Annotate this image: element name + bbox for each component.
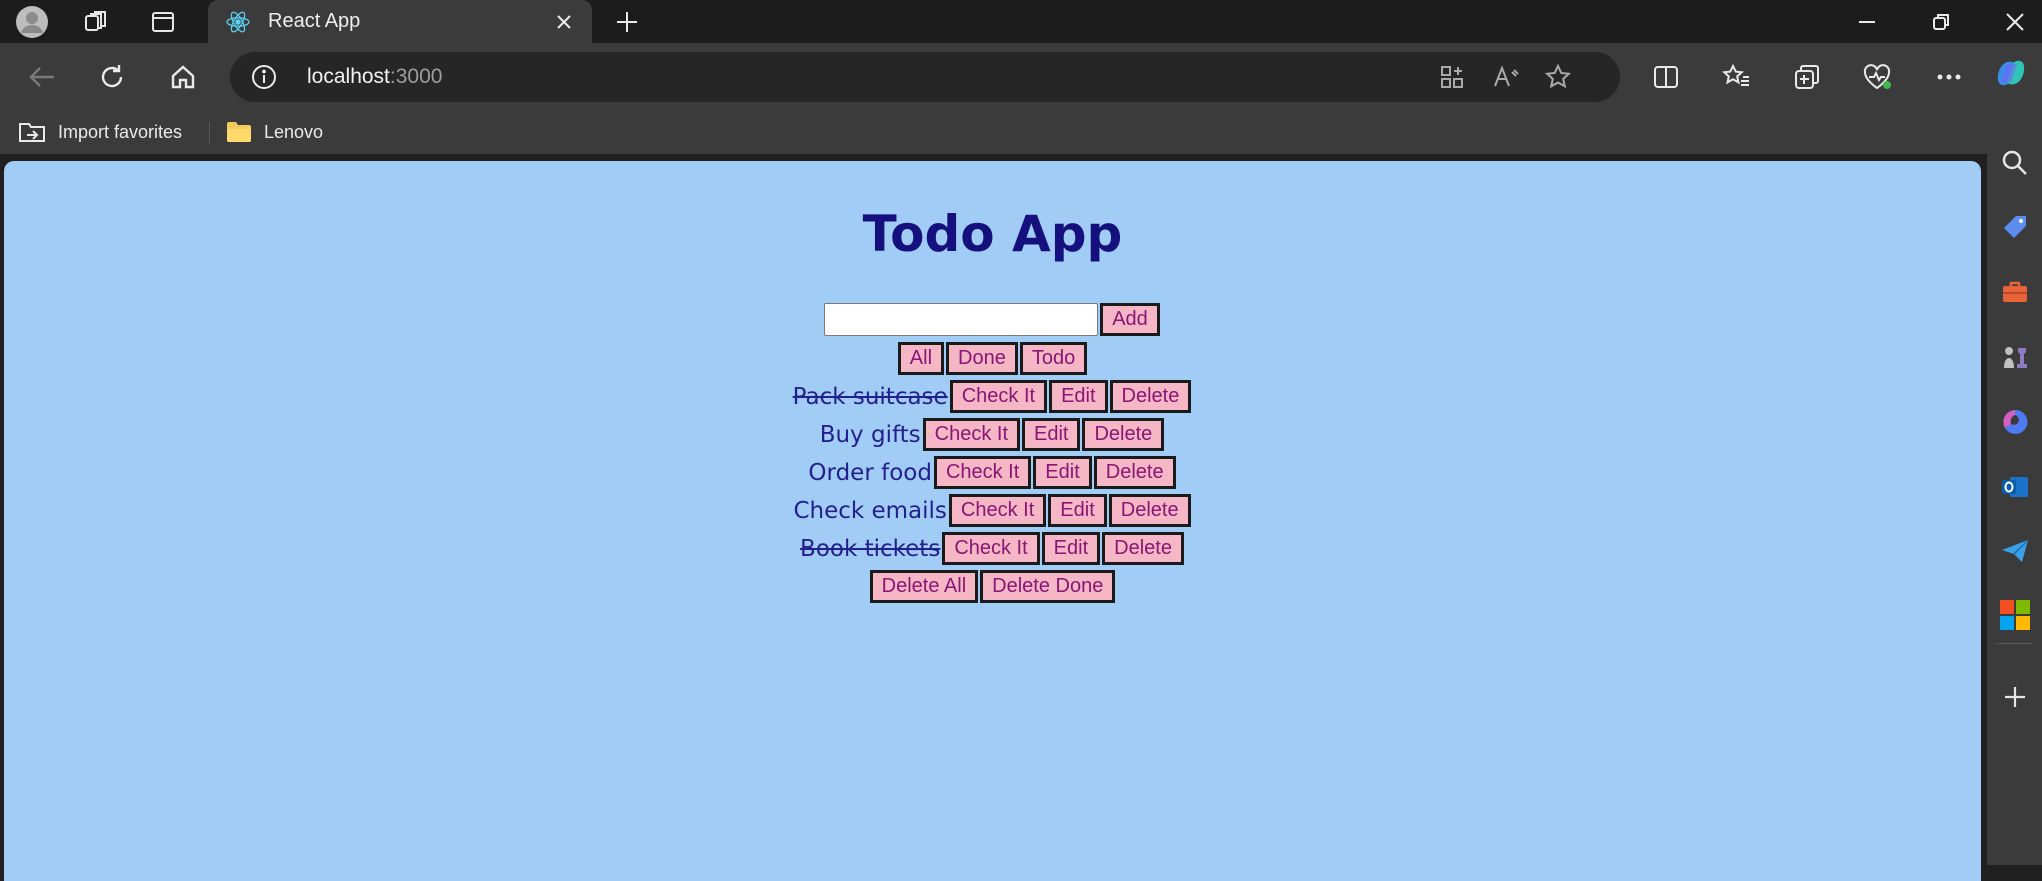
favorites-separator xyxy=(209,122,210,144)
delete-all-button[interactable]: Delete All xyxy=(869,570,979,603)
url-text: localhost:3000 xyxy=(307,65,442,89)
new-tab-icon[interactable] xyxy=(604,0,650,43)
check-it-button[interactable]: Check It xyxy=(948,494,1047,527)
check-it-button[interactable]: Check It xyxy=(949,380,1048,413)
page-viewport: Todo App Add All Done Todo Pack suitcase… xyxy=(4,161,1981,881)
close-tab-icon[interactable] xyxy=(544,2,584,42)
add-sidebar-app-icon[interactable] xyxy=(1987,675,2042,719)
todo-item-row: Buy gifts Check It Edit Delete xyxy=(4,418,1981,451)
browser-essentials-icon[interactable] xyxy=(1853,53,1901,101)
sidebar-separator xyxy=(1997,643,2033,644)
favorite-label: Import favorites xyxy=(58,121,183,142)
edit-button[interactable]: Edit xyxy=(1048,494,1107,527)
todo-item-row: Pack suitcase Check It Edit Delete xyxy=(4,380,1981,413)
filter-todo-button[interactable]: Todo xyxy=(1019,342,1088,375)
refresh-icon[interactable] xyxy=(88,53,136,101)
delete-done-button[interactable]: Delete Done xyxy=(980,570,1116,603)
check-it-button[interactable]: Check It xyxy=(933,456,1032,489)
site-info-icon[interactable] xyxy=(248,61,280,93)
outlook-icon[interactable] xyxy=(1987,465,2042,509)
back-icon[interactable] xyxy=(18,53,66,101)
active-tab[interactable]: React App xyxy=(208,0,592,43)
tab-strip: React App xyxy=(0,0,2042,43)
todo-item-text: Buy gifts xyxy=(819,421,921,448)
edit-button[interactable]: Edit xyxy=(1049,380,1108,413)
games-chess-icon[interactable] xyxy=(1987,335,2042,379)
microsoft-start-icon[interactable] xyxy=(1987,593,2042,637)
copilot-icon[interactable] xyxy=(1983,51,2038,95)
filter-done-button[interactable]: Done xyxy=(946,342,1018,375)
delete-button[interactable]: Delete xyxy=(1082,418,1165,451)
todo-item-text: Check emails xyxy=(793,497,947,524)
delete-button[interactable]: Delete xyxy=(1109,380,1192,413)
url-port: :3000 xyxy=(389,65,443,88)
url-host: localhost xyxy=(307,65,390,88)
add-button[interactable]: Add xyxy=(1100,303,1160,336)
browser-toolbar: localhost:3000 xyxy=(0,43,1987,111)
vertical-tabs-icon[interactable] xyxy=(138,0,188,43)
delete-button[interactable]: Delete xyxy=(1093,456,1176,489)
tab-title: React App xyxy=(268,10,361,32)
read-aloud-icon[interactable] xyxy=(1488,61,1524,93)
todo-item-text: Book tickets xyxy=(800,535,941,562)
edit-button[interactable]: Edit xyxy=(1033,456,1092,489)
close-window-icon[interactable] xyxy=(1980,0,2042,43)
search-icon[interactable] xyxy=(1987,141,2042,185)
more-options-icon[interactable] xyxy=(1925,53,1973,101)
todo-item-text: Pack suitcase xyxy=(792,383,948,410)
todo-item-row: Order food Check It Edit Delete xyxy=(4,456,1981,489)
check-it-button[interactable]: Check It xyxy=(942,532,1040,565)
react-logo-icon xyxy=(224,8,252,36)
minimize-icon[interactable] xyxy=(1832,0,1902,43)
delete-button[interactable]: Delete xyxy=(1102,532,1184,565)
edit-button[interactable]: Edit xyxy=(1022,418,1081,451)
drop-send-icon[interactable] xyxy=(1987,529,2042,573)
todo-item-text: Order food xyxy=(808,459,932,486)
restore-icon[interactable] xyxy=(1906,0,1976,43)
bulk-actions-row: Delete All Delete Done xyxy=(4,570,1981,603)
app-title: Todo App xyxy=(862,205,1123,263)
filter-all-button[interactable]: All xyxy=(897,342,945,375)
edit-button[interactable]: Edit xyxy=(1041,532,1101,565)
todo-item-row: Book tickets Check It Edit Delete xyxy=(4,532,1981,565)
favorite-label: Lenovo xyxy=(264,121,324,142)
todo-item-row: Check emails Check It Edit Delete xyxy=(4,494,1981,527)
filter-row: All Done Todo xyxy=(4,342,1981,375)
split-screen-icon[interactable] xyxy=(1642,53,1690,101)
collections-icon[interactable] xyxy=(1783,53,1831,101)
tools-briefcase-icon[interactable] xyxy=(1987,270,2042,314)
favorite-import-favorites[interactable]: Import favorites xyxy=(18,117,182,147)
import-favorites-icon xyxy=(19,123,45,142)
check-it-button[interactable]: Check It xyxy=(922,418,1021,451)
favorite-lenovo-folder[interactable]: Lenovo xyxy=(226,117,323,147)
favorites-icon[interactable] xyxy=(1712,53,1760,101)
app-available-icon[interactable] xyxy=(1434,61,1470,93)
shopping-tag-icon[interactable] xyxy=(1987,206,2042,250)
home-icon[interactable] xyxy=(159,53,207,101)
address-bar[interactable]: localhost:3000 xyxy=(230,52,1620,102)
edge-sidebar xyxy=(1987,43,2042,865)
profile-avatar-icon[interactable] xyxy=(7,0,57,43)
workspaces-icon[interactable] xyxy=(71,0,121,43)
microsoft-365-icon[interactable] xyxy=(1987,400,2042,444)
folder-icon xyxy=(227,122,251,142)
favorites-bar: Import favorites Lenovo xyxy=(0,111,1987,154)
favorite-star-icon[interactable] xyxy=(1540,61,1576,93)
new-todo-input[interactable] xyxy=(824,303,1099,336)
delete-button[interactable]: Delete xyxy=(1108,494,1191,527)
add-todo-row: Add xyxy=(4,303,1981,336)
